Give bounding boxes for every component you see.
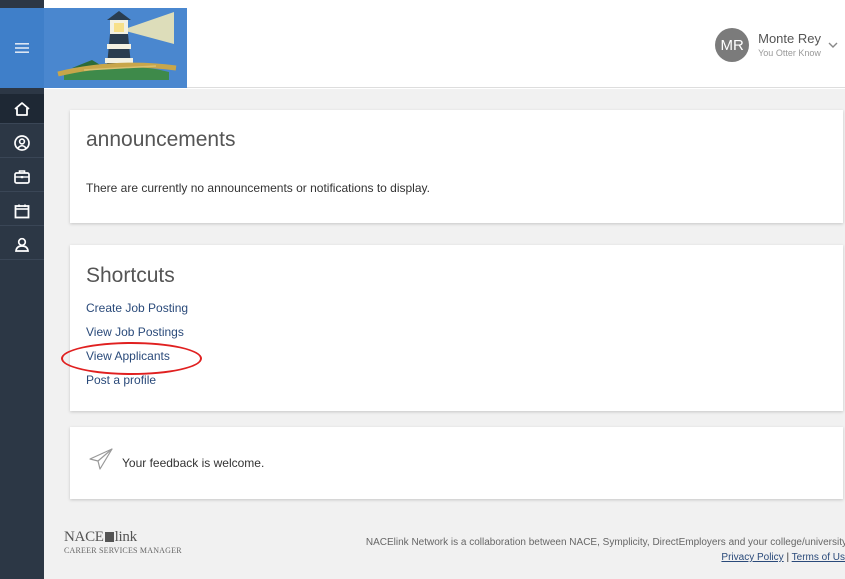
- user-subtitle: You Otter Know: [758, 47, 821, 58]
- logo-nace-text: NACE: [64, 529, 104, 545]
- person-icon: [15, 237, 29, 252]
- footer-separator: |: [783, 552, 792, 563]
- logo-subtitle: CAREER SERVICES MANAGER: [64, 546, 182, 555]
- feedback-card[interactable]: Your feedback is welcome.: [70, 427, 843, 499]
- paper-plane-icon: [89, 448, 113, 470]
- avatar[interactable]: MR: [715, 28, 750, 62]
- user-menu[interactable]: MR Monte Rey You Otter Know: [715, 28, 839, 62]
- nacelink-logo: NACE link CAREER SERVICES MANAGER: [64, 529, 182, 555]
- main-content: announcements There are currently no ann…: [44, 89, 845, 579]
- user-info: Monte Rey You Otter Know: [758, 31, 821, 60]
- calendar-icon: [14, 204, 30, 218]
- privacy-policy-link[interactable]: Privacy Policy: [721, 552, 783, 563]
- nav-jobs[interactable]: [0, 162, 44, 192]
- nav-calendar[interactable]: [0, 196, 44, 226]
- hamburger-icon: [15, 43, 29, 53]
- briefcase-icon: [14, 169, 30, 184]
- home-icon: [14, 101, 30, 116]
- menu-toggle-button[interactable]: [0, 8, 44, 88]
- profile-icon: [14, 134, 30, 151]
- logo-link-text: link: [114, 529, 137, 545]
- nav-home[interactable]: [0, 94, 44, 124]
- user-name: Monte Rey: [758, 30, 821, 46]
- shortcut-create-job-posting[interactable]: Create Job Posting: [86, 301, 188, 315]
- shortcut-view-job-postings[interactable]: View Job Postings: [86, 325, 184, 339]
- lighthouse-logo-icon: [44, 8, 187, 88]
- announcements-message: There are currently no announcements or …: [86, 181, 430, 195]
- annotation-highlight-circle: [61, 342, 202, 375]
- school-logo[interactable]: [44, 8, 187, 88]
- terms-of-use-link[interactable]: Terms of Us: [792, 552, 845, 563]
- announcements-card: announcements There are currently no ann…: [70, 110, 843, 223]
- feedback-link[interactable]: Your feedback is welcome.: [122, 456, 264, 470]
- shortcuts-title: Shortcuts: [86, 264, 175, 287]
- footer-text: NACElink Network is a collaboration betw…: [365, 537, 845, 548]
- nav-network[interactable]: [0, 230, 44, 260]
- shortcuts-card: Shortcuts Create Job Posting View Job Po…: [61, 245, 843, 411]
- left-nav-rail: [0, 0, 44, 579]
- announcements-title: announcements: [86, 128, 236, 151]
- chevron-down-icon[interactable]: [827, 39, 839, 51]
- logo-mark-icon: [104, 532, 114, 542]
- nav-profile[interactable]: [0, 128, 44, 158]
- footer-links: Privacy Policy | Terms of Us: [721, 552, 845, 563]
- shortcut-post-a-profile[interactable]: Post a profile: [86, 373, 156, 387]
